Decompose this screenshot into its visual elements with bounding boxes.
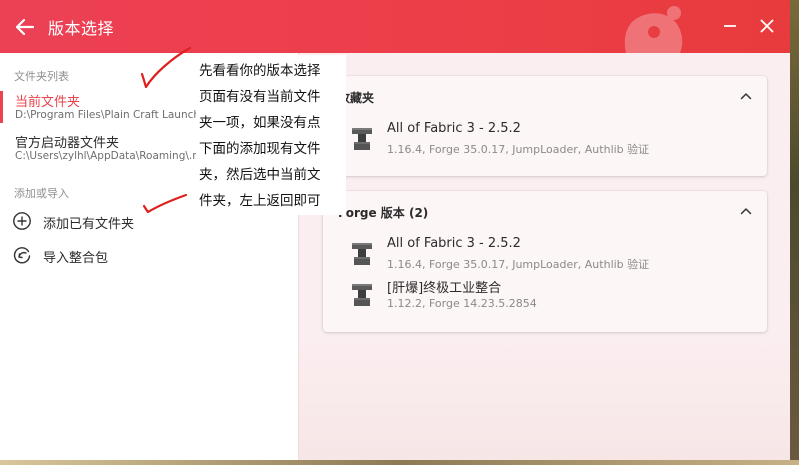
check-mark-scribble: [140, 46, 192, 89]
version-description: 1.12.2, Forge 14.23.5.2854: [387, 297, 537, 310]
anvil-block-icon: [352, 128, 372, 150]
version-name: All of Fabric 3 - 2.5.2: [387, 236, 521, 251]
action-label: 添加已有文件夹: [43, 217, 135, 232]
launcher-logo-icon: [624, 6, 683, 53]
add-circle-icon: [13, 212, 31, 230]
version-item[interactable]: All of Fabric 3 - 2.5.2 1.16.4, Forge 35…: [349, 121, 749, 159]
annotation-line: 件夹，左上返回即可: [199, 193, 321, 209]
annotation-line: 下面的添加现有文件: [199, 141, 321, 157]
arrow-left-icon: [16, 19, 34, 35]
window-title: 版本选择: [48, 19, 115, 38]
annotation-line: 夹，然后选中当前文: [199, 167, 321, 183]
version-name: All of Fabric 3 - 2.5.2: [387, 121, 521, 136]
forge-versions-card: Forge 版本 (2) All of Fabric 3 - 2.5.2 1.1…: [323, 191, 767, 332]
add-import-heading: 添加或导入: [14, 187, 69, 200]
desktop-background: [790, 0, 799, 465]
desktop-background: [0, 460, 799, 465]
favorites-card: 收藏夹 All of Fabric 3 - 2.5.2 1.16.4, Forg…: [323, 76, 767, 176]
folder-list-heading: 文件夹列表: [14, 70, 69, 83]
active-indicator: [0, 91, 3, 123]
chevron-up-icon[interactable]: [739, 89, 753, 103]
annotation-line: 先看看你的版本选择: [199, 63, 321, 79]
minimize-button[interactable]: [717, 13, 743, 39]
import-modpack-button[interactable]: 导入整合包: [0, 241, 298, 269]
version-description: 1.16.4, Forge 35.0.17, JumpLoader, Authl…: [387, 258, 650, 271]
anvil-block-icon: [352, 243, 372, 265]
chevron-up-icon[interactable]: [739, 204, 753, 218]
import-pack-icon: [13, 247, 31, 264]
version-description: 1.16.4, Forge 35.0.17, JumpLoader, Authl…: [387, 143, 650, 156]
annotation-line: 页面有没有当前文件: [199, 89, 321, 105]
check-mark-scribble: [142, 193, 188, 214]
group-title: Forge 版本 (2): [338, 206, 429, 220]
tutorial-annotation: 先看看你的版本选择 页面有没有当前文件 夹一项，如果没有点 下面的添加现有文件 …: [196, 55, 346, 215]
anvil-block-icon: [352, 284, 372, 306]
back-button[interactable]: [10, 12, 40, 42]
close-icon: [760, 19, 774, 33]
folder-name: 当前文件夹: [15, 95, 81, 110]
title-bar: 版本选择: [0, 0, 790, 53]
launcher-window: 版本选择 文件夹列表 当前文件夹 D:\Program Files\Plain …: [0, 0, 790, 460]
minimize-icon: [724, 25, 736, 27]
version-item[interactable]: [肝爆]终极工业整合 1.12.2, Forge 14.23.5.2854: [349, 277, 749, 315]
annotation-line: 夹一项，如果没有点: [199, 115, 321, 131]
action-label: 导入整合包: [43, 251, 109, 266]
version-name: [肝爆]终极工业整合: [387, 281, 502, 296]
version-item[interactable]: All of Fabric 3 - 2.5.2 1.16.4, Forge 35…: [349, 236, 749, 274]
folder-name: 官方启动器文件夹: [15, 136, 120, 151]
close-button[interactable]: [754, 13, 780, 39]
